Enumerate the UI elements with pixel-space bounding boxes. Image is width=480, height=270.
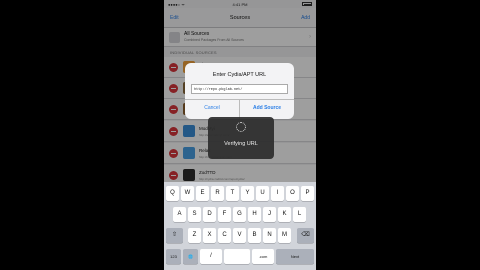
key-t[interactable]: T [226,186,239,201]
alert-divider [185,99,294,100]
key-p[interactable]: P [301,186,314,201]
key-k[interactable]: K [278,207,291,222]
key-a[interactable]: A [173,207,186,222]
hud-text: Verifying URL [224,141,258,147]
key-d[interactable]: D [203,207,216,222]
keyboard: Q W E R T Y U I O P A S D F G H J K L ⇧ … [164,182,316,270]
key-i[interactable]: I [271,186,284,201]
dotcom-key[interactable]: .com [252,249,274,264]
key-q[interactable]: Q [166,186,179,201]
key-n[interactable]: N [263,228,276,243]
key-v[interactable]: V [233,228,246,243]
shift-key[interactable]: ⇧ [166,228,183,243]
cancel-button[interactable]: Cancel [185,105,239,111]
space-key[interactable] [224,249,250,264]
url-input[interactable]: http://repo.pkglab.net/ [191,84,288,94]
add-source-button[interactable]: Add Source [240,105,294,111]
progress-hud: Verifying URL [208,117,274,159]
delete-key[interactable]: ⌫ [297,228,314,243]
globe-icon[interactable]: 🌐 [183,249,198,264]
key-s[interactable]: S [188,207,201,222]
alert-title: Enter Cydia/APT URL [212,72,267,78]
key-y[interactable]: Y [241,186,254,201]
key-e[interactable]: E [196,186,209,201]
next-key[interactable]: Next [276,249,314,264]
key-c[interactable]: C [218,228,231,243]
spinner-icon [236,122,246,132]
key-m[interactable]: M [278,228,291,243]
key-r[interactable]: R [211,186,224,201]
numbers-key[interactable]: 123 [166,249,181,264]
slash-key[interactable]: / [200,249,222,264]
key-o[interactable]: O [286,186,299,201]
key-x[interactable]: X [203,228,216,243]
key-f[interactable]: F [218,207,231,222]
key-h[interactable]: H [248,207,261,222]
add-source-alert: Enter Cydia/APT URL http://repo.pkglab.n… [185,63,294,119]
phone-screen: ●●●●○ ᯤ 4:41 PM Edit Sources Add All Sou… [164,0,316,270]
key-w[interactable]: W [181,186,194,201]
key-z[interactable]: Z [188,228,201,243]
key-j[interactable]: J [263,207,276,222]
key-u[interactable]: U [256,186,269,201]
key-l[interactable]: L [293,207,306,222]
key-g[interactable]: G [233,207,246,222]
key-b[interactable]: B [248,228,261,243]
